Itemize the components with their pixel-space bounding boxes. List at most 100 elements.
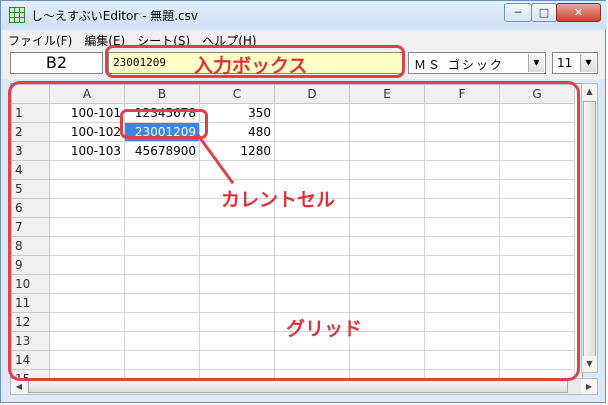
grid-cell[interactable]: [349, 103, 425, 123]
grid-cell[interactable]: [274, 350, 350, 370]
grid-cell[interactable]: 100-102: [49, 122, 125, 142]
scroll-down-icon[interactable]: ▼: [582, 356, 597, 372]
column-header[interactable]: G: [499, 84, 575, 104]
grid-cell[interactable]: [124, 198, 200, 218]
grid-cell[interactable]: [49, 350, 125, 370]
row-header[interactable]: 13: [11, 331, 50, 351]
grid-cell[interactable]: [274, 160, 350, 180]
grid-cell[interactable]: [424, 236, 500, 256]
grid-cell[interactable]: [424, 141, 500, 161]
grid-cell[interactable]: [199, 255, 275, 275]
scroll-left-icon[interactable]: ◀: [11, 379, 27, 394]
current-cell[interactable]: 23001209: [124, 122, 200, 142]
grid-cell[interactable]: [424, 274, 500, 294]
grid-cell[interactable]: [349, 122, 425, 142]
grid-cell[interactable]: [49, 293, 125, 313]
grid-cell[interactable]: [274, 236, 350, 256]
grid-cell[interactable]: [349, 293, 425, 313]
grid-cell[interactable]: [424, 331, 500, 351]
grid-cell[interactable]: [124, 255, 200, 275]
grid-cell[interactable]: [349, 274, 425, 294]
grid-cell[interactable]: [49, 274, 125, 294]
grid-cell[interactable]: [424, 160, 500, 180]
close-button[interactable]: ✕: [556, 3, 601, 22]
grid-cell[interactable]: [349, 141, 425, 161]
column-header[interactable]: D: [274, 84, 350, 104]
grid-cell[interactable]: [424, 122, 500, 142]
grid-cell[interactable]: 480: [199, 122, 275, 142]
grid-cell[interactable]: [424, 198, 500, 218]
menu-help[interactable]: ヘルプ(H): [196, 32, 262, 49]
grid-cell[interactable]: [124, 331, 200, 351]
grid-cell[interactable]: [499, 274, 575, 294]
column-header[interactable]: B: [124, 84, 200, 104]
column-header[interactable]: C: [199, 84, 275, 104]
horizontal-scrollbar[interactable]: ◀ ▶: [10, 378, 598, 395]
grid-cell[interactable]: [349, 236, 425, 256]
grid-cell[interactable]: [499, 122, 575, 142]
row-header[interactable]: 5: [11, 179, 50, 199]
grid-cell[interactable]: 45678900: [124, 141, 200, 161]
grid-cell[interactable]: [274, 122, 350, 142]
scroll-thumb[interactable]: [583, 101, 596, 363]
column-header[interactable]: F: [424, 84, 500, 104]
vertical-scrollbar[interactable]: ▲ ▼: [581, 83, 598, 373]
corner-cell[interactable]: [11, 84, 50, 104]
menu-sheet[interactable]: シート(S): [131, 32, 196, 49]
maximize-button[interactable]: □: [531, 3, 557, 22]
font-select[interactable]: ＭＳ ゴシック ▼: [408, 52, 546, 74]
dropdown-arrow-icon[interactable]: ▼: [528, 54, 544, 72]
row-header[interactable]: 1: [11, 103, 50, 123]
grid-cell[interactable]: [49, 255, 125, 275]
font-size-select[interactable]: 11 ▼: [552, 52, 598, 74]
grid-cell[interactable]: [424, 293, 500, 313]
row-header[interactable]: 8: [11, 236, 50, 256]
grid-cell[interactable]: [49, 312, 125, 332]
grid-cell[interactable]: [349, 160, 425, 180]
grid-cell[interactable]: 12345678: [124, 103, 200, 123]
grid-cell[interactable]: [349, 179, 425, 199]
grid-cell[interactable]: [499, 350, 575, 370]
grid-cell[interactable]: [499, 293, 575, 313]
grid-cell[interactable]: [499, 160, 575, 180]
column-header[interactable]: A: [49, 84, 125, 104]
grid-cell[interactable]: [424, 179, 500, 199]
grid-cell[interactable]: [349, 350, 425, 370]
minimize-button[interactable]: ─: [504, 3, 532, 22]
menu-file[interactable]: ファイル(F): [2, 32, 78, 49]
dropdown-arrow-icon[interactable]: ▼: [580, 54, 596, 72]
grid-cell[interactable]: [124, 312, 200, 332]
grid-cell[interactable]: [199, 217, 275, 237]
grid-cell[interactable]: [499, 179, 575, 199]
grid-cell[interactable]: 100-103: [49, 141, 125, 161]
grid-cell[interactable]: [199, 236, 275, 256]
grid-cell[interactable]: [499, 255, 575, 275]
grid-cell[interactable]: [199, 293, 275, 313]
grid-cell[interactable]: [499, 217, 575, 237]
row-header[interactable]: 11: [11, 293, 50, 313]
grid-cell[interactable]: [499, 103, 575, 123]
grid-cell[interactable]: [499, 331, 575, 351]
grid-cell[interactable]: [499, 312, 575, 332]
cell-reference-box[interactable]: B2: [10, 52, 103, 74]
row-header[interactable]: 4: [11, 160, 50, 180]
grid-cell[interactable]: [124, 274, 200, 294]
grid-cell[interactable]: [349, 198, 425, 218]
grid-cell[interactable]: [199, 312, 275, 332]
grid-cell[interactable]: [274, 217, 350, 237]
scroll-up-icon[interactable]: ▲: [582, 84, 597, 100]
grid-cell[interactable]: [424, 255, 500, 275]
row-header[interactable]: 12: [11, 312, 50, 332]
grid-cell[interactable]: [199, 160, 275, 180]
row-header[interactable]: 9: [11, 255, 50, 275]
grid-cell[interactable]: [499, 198, 575, 218]
grid-cell[interactable]: [274, 141, 350, 161]
grid-cell[interactable]: [424, 103, 500, 123]
grid-cell[interactable]: [49, 179, 125, 199]
grid-cell[interactable]: [124, 217, 200, 237]
grid-cell[interactable]: [499, 236, 575, 256]
row-header[interactable]: 3: [11, 141, 50, 161]
grid-cell[interactable]: [124, 179, 200, 199]
grid-cell[interactable]: [424, 350, 500, 370]
grid-cell[interactable]: [49, 160, 125, 180]
